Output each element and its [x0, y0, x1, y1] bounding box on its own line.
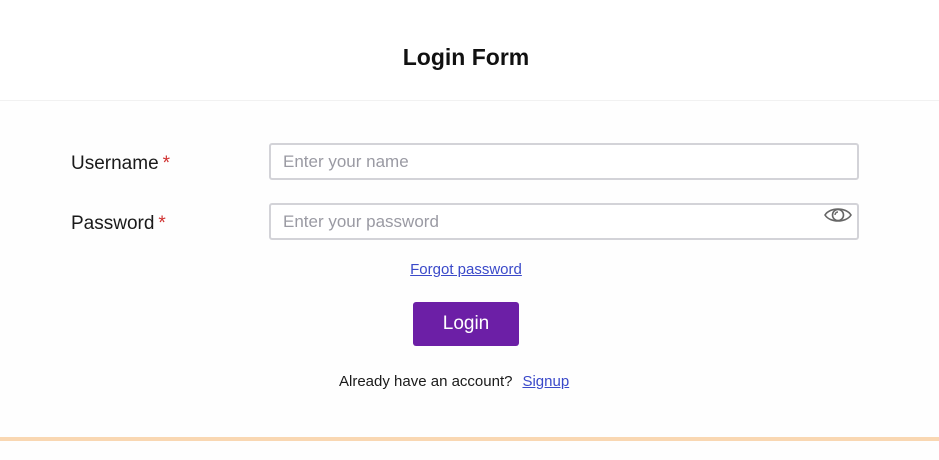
- password-label-text: Password: [71, 213, 155, 234]
- page-title: Login Form: [402, 44, 530, 70]
- forgot-password-row: Forgot password: [0, 261, 932, 278]
- username-label-text: Username: [71, 153, 159, 174]
- signup-row: Already have an account? Signup: [339, 373, 569, 390]
- username-required-mark: *: [162, 153, 171, 174]
- username-label: Username *: [71, 153, 170, 175]
- accent-divider: [0, 437, 939, 441]
- signup-link[interactable]: Signup: [522, 373, 569, 390]
- password-input[interactable]: [269, 203, 859, 240]
- login-button[interactable]: Login: [413, 302, 519, 346]
- signup-prompt: Already have an account?: [339, 373, 513, 390]
- forgot-password-link[interactable]: Forgot password: [410, 261, 522, 278]
- username-input[interactable]: [269, 143, 859, 180]
- login-page: Login Form Username* Password* Forgot pa…: [0, 0, 939, 460]
- password-label: Password *: [71, 213, 166, 235]
- page-header: Login Form: [0, 0, 939, 101]
- password-required-mark: *: [158, 213, 166, 234]
- eye-icon[interactable]: [823, 204, 853, 226]
